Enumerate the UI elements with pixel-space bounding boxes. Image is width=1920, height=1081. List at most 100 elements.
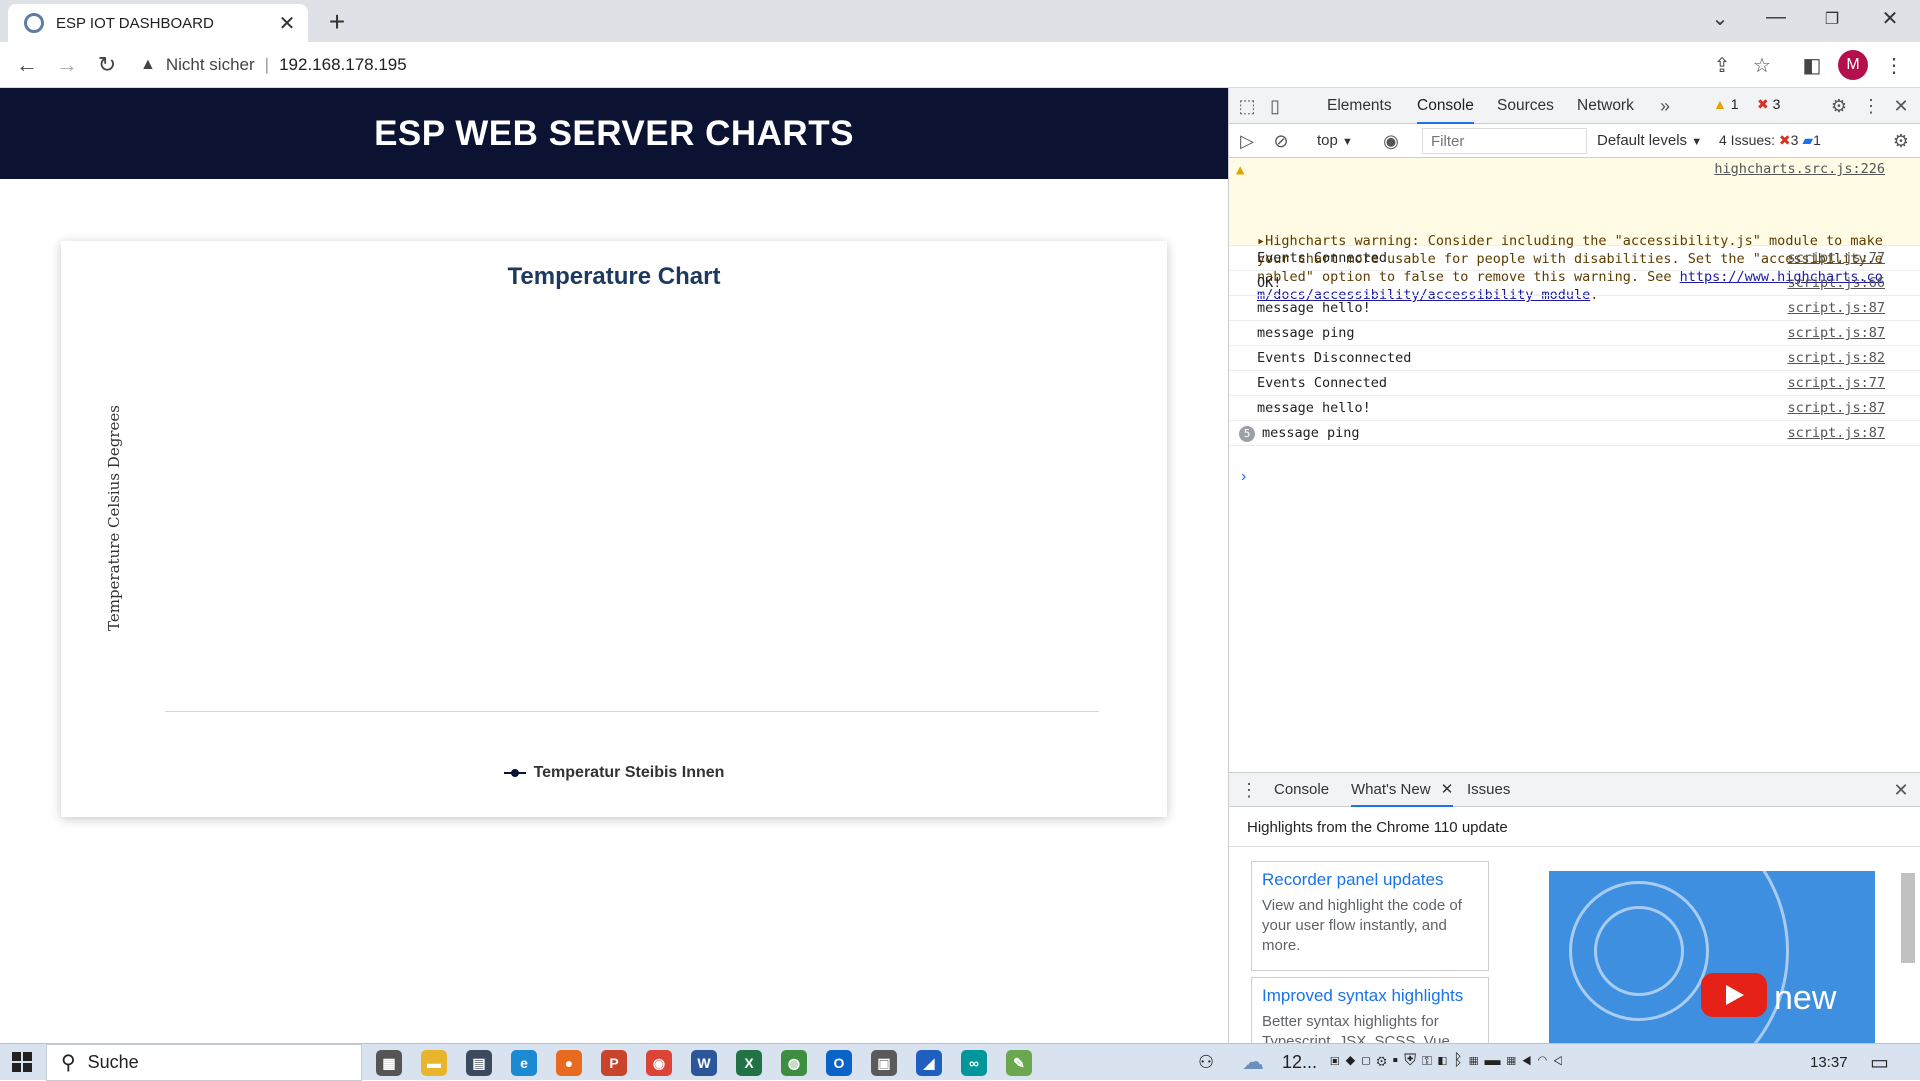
source-link[interactable]: script.js:77 <box>1787 371 1885 396</box>
bookmark-star-icon[interactable]: ☆ <box>1748 52 1776 80</box>
menu-dots-icon[interactable]: ⋮ <box>1880 52 1908 80</box>
people-icon[interactable]: ⚇ <box>1198 1052 1214 1073</box>
excel-icon[interactable]: X <box>736 1050 762 1076</box>
address-bar[interactable]: ▲ Nicht sicher | 192.168.178.195 <box>140 48 1780 82</box>
tab-console[interactable]: Console <box>1417 88 1474 124</box>
console-message[interactable]: message ping script.js:87 <box>1229 321 1920 346</box>
issues-counter[interactable]: 4 Issues: ✖3 ▰1 <box>1719 132 1821 149</box>
profile-avatar[interactable]: M <box>1838 50 1868 80</box>
weather-temp[interactable]: 12... <box>1282 1052 1317 1073</box>
close-drawer-icon[interactable]: ✕ <box>1889 778 1913 802</box>
console-message[interactable]: Events Connected script.js:77 <box>1229 246 1920 271</box>
word-icon[interactable]: W <box>691 1050 717 1076</box>
devtools-tabbar: ⬚ ▯ Elements Console Sources Network » ▲… <box>1229 88 1920 124</box>
chrome-icon[interactable]: ◉ <box>646 1050 672 1076</box>
side-panel-icon[interactable]: ◧ <box>1798 52 1826 80</box>
levels-selector[interactable]: Default levels ▼ <box>1597 132 1702 149</box>
firefox-icon[interactable]: ● <box>556 1050 582 1076</box>
close-window-button[interactable]: ✕ <box>1870 6 1910 31</box>
feature-card-title[interactable]: Recorder panel updates <box>1262 870 1478 890</box>
warning-counter[interactable]: ▲ 1 <box>1713 96 1739 112</box>
feature-card-title[interactable]: Improved syntax highlights <box>1262 986 1478 1006</box>
drawer-tab-whats-new[interactable]: What's New ✕ <box>1351 773 1454 807</box>
console-message[interactable]: message hello! script.js:87 <box>1229 296 1920 321</box>
device-toolbar-icon[interactable]: ▯ <box>1263 94 1287 118</box>
x-axis-line <box>165 711 1099 712</box>
security-label[interactable]: Nicht sicher <box>166 55 255 75</box>
error-counter[interactable]: ✖ 3 <box>1757 96 1780 113</box>
sidebar-toggle-icon[interactable]: ▷ <box>1235 129 1259 153</box>
minimize-button[interactable]: — <box>1756 6 1796 29</box>
restore-button[interactable]: ❐ <box>1812 9 1852 29</box>
tab-sources[interactable]: Sources <box>1497 88 1554 124</box>
close-tab-icon[interactable]: ✕ <box>276 11 298 36</box>
app-green-icon[interactable]: ◍ <box>781 1050 807 1076</box>
drawer-scrollbar[interactable] <box>1901 873 1915 963</box>
context-selector[interactable]: top ▼ <box>1317 132 1353 149</box>
devtools-menu-icon[interactable]: ⋮ <box>1859 94 1883 118</box>
drawer-menu-icon[interactable]: ⋮ <box>1237 778 1261 802</box>
tab-network[interactable]: Network <box>1577 88 1634 124</box>
settings-gear-icon[interactable]: ⚙ <box>1827 94 1851 118</box>
whats-new-video-thumbnail[interactable]: new <box>1549 871 1875 1044</box>
console-warning[interactable]: ▲ highcharts.src.js:226 ▸Highcharts warn… <box>1229 158 1920 303</box>
browser-tab[interactable]: ESP IOT DASHBOARD ✕ <box>8 4 308 42</box>
arduino-icon[interactable]: ∞ <box>961 1050 987 1076</box>
close-devtools-icon[interactable]: ✕ <box>1889 94 1913 118</box>
windows-start-icon[interactable] <box>12 1052 32 1072</box>
back-button[interactable]: ← <box>12 50 42 80</box>
source-link[interactable]: script.js:87 <box>1787 396 1885 421</box>
drawer-tab-issues[interactable]: Issues <box>1467 773 1510 807</box>
outlook-icon[interactable]: O <box>826 1050 852 1076</box>
warning-icon[interactable]: ▲ <box>140 56 156 74</box>
clear-console-icon[interactable]: ⊘ <box>1269 129 1293 153</box>
console-prompt-icon[interactable]: › <box>1241 468 1246 486</box>
youtube-play-icon[interactable] <box>1701 973 1767 1017</box>
edge-icon[interactable]: e <box>511 1050 537 1076</box>
drawing-app-icon[interactable]: ◢ <box>916 1050 942 1076</box>
drawer-tab-console[interactable]: Console <box>1274 773 1329 807</box>
notification-icon[interactable]: ▭ <box>1870 1050 1889 1075</box>
tray-icons[interactable]: ▣◆▢⚙▪⛨⚿◧ᛒ▦▬▦◀◠◁ <box>1330 1052 1569 1070</box>
share-icon[interactable]: ⇪ <box>1708 52 1736 80</box>
more-tabs-icon[interactable]: » <box>1653 94 1677 118</box>
clock[interactable]: 13:37 <box>1810 1054 1848 1071</box>
source-link[interactable]: highcharts.src.js:226 <box>1714 160 1885 178</box>
notepad-icon[interactable]: ✎ <box>1006 1050 1032 1076</box>
filter-input[interactable] <box>1422 128 1587 154</box>
console-settings-icon[interactable]: ⚙ <box>1889 129 1913 153</box>
weather-cloud-icon[interactable]: ☁ <box>1242 1049 1264 1075</box>
console-message[interactable]: 5 message ping script.js:87 <box>1229 421 1920 446</box>
feature-card[interactable]: Recorder panel updates View and highligh… <box>1251 861 1489 971</box>
source-link[interactable]: script.js:87 <box>1787 296 1885 321</box>
console-message[interactable]: Events Disconnected script.js:82 <box>1229 346 1920 371</box>
chart-title: Temperature Chart <box>507 263 721 290</box>
reload-button[interactable]: ↻ <box>92 50 122 80</box>
calculator-icon[interactable]: ▤ <box>466 1050 492 1076</box>
console-message[interactable]: message hello! script.js:87 <box>1229 396 1920 421</box>
source-link[interactable]: script.js:66 <box>1787 271 1885 296</box>
source-link[interactable]: script.js:82 <box>1787 346 1885 371</box>
console-message[interactable]: Events Connected script.js:77 <box>1229 371 1920 396</box>
powerpoint-icon[interactable]: P <box>601 1050 627 1076</box>
url-text[interactable]: 192.168.178.195 <box>279 55 407 75</box>
tab-search-icon[interactable]: ⌄ <box>1700 6 1740 31</box>
task-view-icon[interactable]: ▦ <box>376 1050 402 1076</box>
close-tab-icon[interactable]: ✕ <box>1441 781 1454 798</box>
legend-item-label[interactable]: Temperatur Steibis Innen <box>534 764 725 782</box>
eye-icon[interactable]: ◉ <box>1379 129 1403 153</box>
issues-info-count: 1 <box>1813 132 1821 148</box>
console-message[interactable]: OK! script.js:66 <box>1229 271 1920 296</box>
tab-elements[interactable]: Elements <box>1327 88 1392 124</box>
new-tab-button[interactable]: + <box>322 6 352 38</box>
inspect-element-icon[interactable]: ⬚ <box>1235 94 1259 118</box>
source-link[interactable]: script.js:77 <box>1787 246 1885 271</box>
file-explorer-icon[interactable]: ▬ <box>421 1050 447 1076</box>
source-link[interactable]: script.js:87 <box>1787 321 1885 346</box>
whats-new-headline: Highlights from the Chrome 110 update <box>1247 819 1508 836</box>
monitor-icon[interactable]: ▣ <box>871 1050 897 1076</box>
source-link[interactable]: script.js:87 <box>1787 421 1885 446</box>
taskbar-search-box[interactable]: ⚲ Suche <box>46 1044 362 1081</box>
forward-button[interactable]: → <box>52 50 82 80</box>
console-messages: ▲ highcharts.src.js:226 ▸Highcharts warn… <box>1229 158 1920 446</box>
